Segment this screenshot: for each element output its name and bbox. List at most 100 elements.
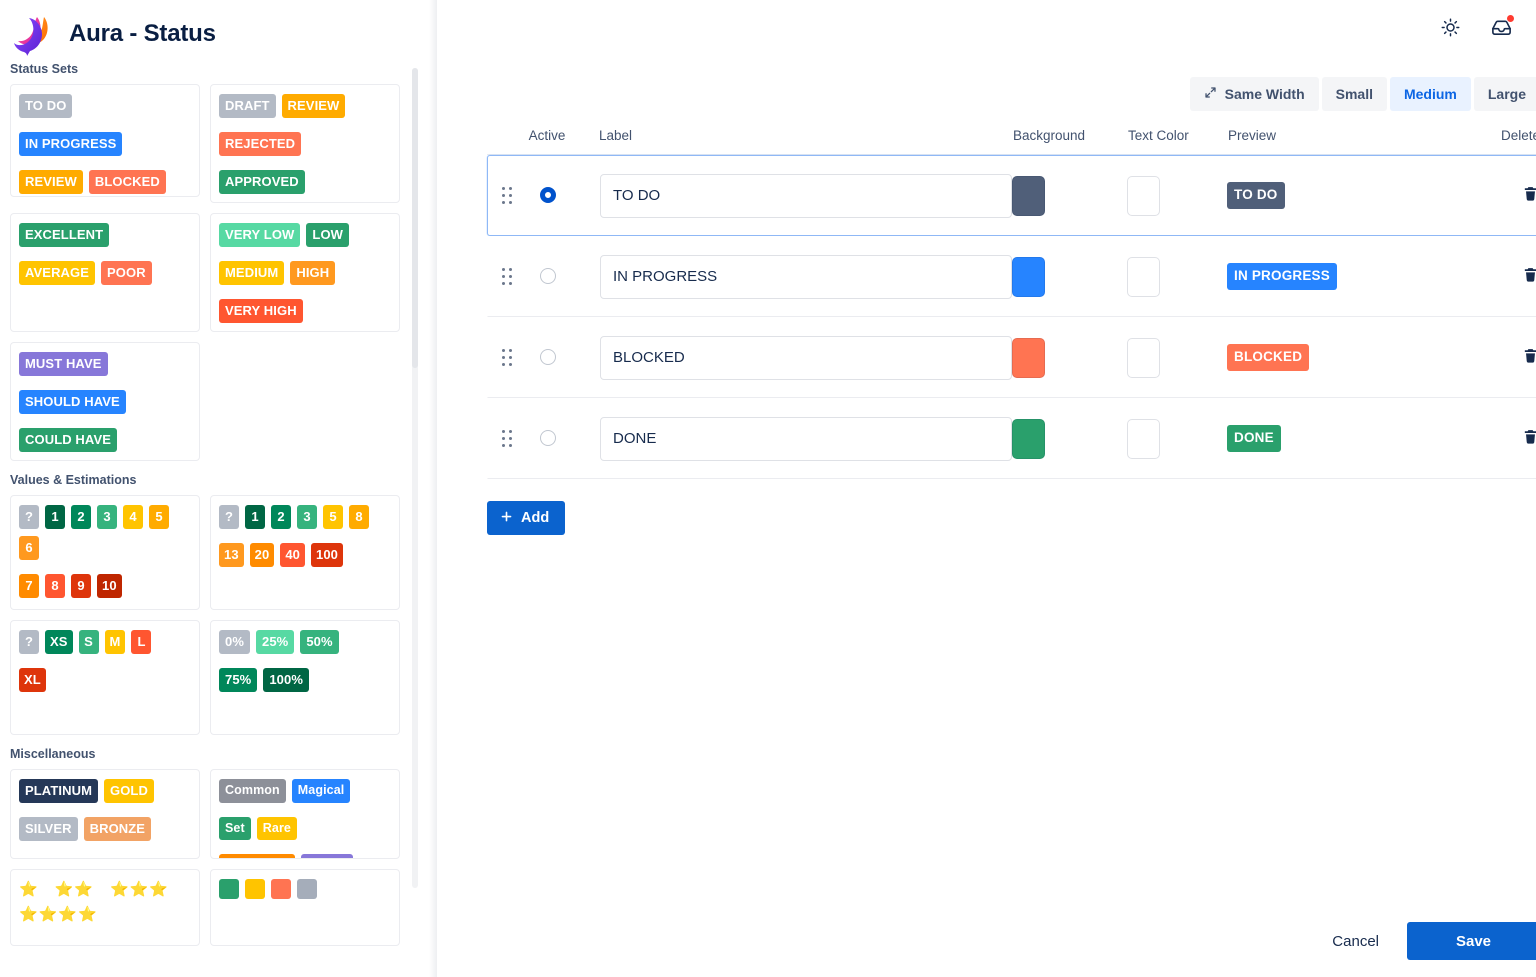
status-set-card[interactable]: PLATINUM GOLD SILVER BRONZE xyxy=(10,769,200,859)
trash-icon[interactable] xyxy=(1522,348,1536,368)
preview-cell: TO DO xyxy=(1227,182,1487,209)
active-radio[interactable] xyxy=(540,268,556,285)
label-input[interactable] xyxy=(600,173,1012,218)
status-tag: M xyxy=(104,630,126,654)
text-color-picker[interactable] xyxy=(1127,418,1160,459)
preview-cell: DONE xyxy=(1227,425,1487,452)
status-tag: 1 xyxy=(245,505,265,529)
table-header-row: Active Label Background Text Color Previ… xyxy=(487,128,1536,155)
status-set-card[interactable]: ⭐ ⭐⭐ ⭐⭐⭐ ⭐⭐⭐⭐ xyxy=(10,869,200,946)
status-tag: 0% xyxy=(219,630,250,654)
status-set-card[interactable]: CommonMagical SetRare Legendary Mythic xyxy=(210,769,400,859)
status-tag: Mythic xyxy=(301,854,354,858)
status-tag: MEDIUM xyxy=(219,261,285,285)
drag-handle-icon[interactable] xyxy=(502,267,516,286)
status-tag: 9 xyxy=(71,574,91,598)
status-set-card[interactable]: MUST HAVE SHOULD HAVE COULD HAVE xyxy=(10,342,200,461)
sidebar-group: Miscellaneous PLATINUM GOLD SILVER BRONZE Com… xyxy=(0,747,420,946)
same-width-button[interactable]: Same Width xyxy=(1189,77,1319,111)
status-set-card[interactable]: VERY LOW LOW MEDIUM HIGH VERY HIGH xyxy=(210,213,400,332)
drag-handle-icon[interactable] xyxy=(502,429,516,448)
size-option-small[interactable]: Small xyxy=(1321,77,1387,111)
status-tag: VERY LOW xyxy=(219,223,301,247)
cancel-button[interactable]: Cancel xyxy=(1318,923,1393,960)
active-radio[interactable] xyxy=(540,187,556,204)
status-set-card[interactable]: EXCELLENT AVERAGE POOR xyxy=(10,213,200,332)
sidebar-card-grid: TO DOIN PROGRESSREVIEWBLOCKEDDONEDRAFTRE… xyxy=(0,84,420,461)
status-set-card[interactable]: 0% 25% 50% 75% 100% xyxy=(210,620,400,735)
status-tag: 8 xyxy=(349,505,369,529)
text-color-picker[interactable] xyxy=(1127,337,1160,378)
status-tag: EXCELLENT xyxy=(19,223,110,247)
resize-arrows-icon xyxy=(1204,77,1217,111)
row-drag-cell xyxy=(488,348,518,367)
preview-cell: BLOCKED xyxy=(1227,344,1487,371)
status-set-card[interactable]: ? 1 2 3 4 5 6 7 8 9 10 xyxy=(10,495,200,610)
background-color-picker[interactable] xyxy=(1012,256,1045,297)
status-preview-tag: BLOCKED xyxy=(1227,344,1310,371)
size-option-large[interactable]: Large xyxy=(1473,77,1536,111)
trash-icon[interactable] xyxy=(1522,267,1536,287)
status-tag: 1 xyxy=(45,505,65,529)
trash-icon[interactable] xyxy=(1522,186,1536,206)
background-cell xyxy=(1012,418,1127,459)
status-preview-tag: TO DO xyxy=(1227,182,1285,209)
label-input[interactable] xyxy=(600,416,1012,461)
color-swatch xyxy=(297,879,317,899)
sidebar-scroll-area[interactable]: Status Sets TO DO IN PROGRESS REVIEW BLOCKED… xyxy=(0,62,420,977)
table-row[interactable]: DONE xyxy=(487,398,1536,479)
status-tag: 10 xyxy=(97,574,122,598)
label-input[interactable] xyxy=(600,335,1012,380)
size-option-medium[interactable]: Medium xyxy=(1389,77,1471,111)
status-tag: COULD HAVE xyxy=(19,428,117,452)
label-cell xyxy=(578,254,1012,299)
star-rating-preview: ⭐ ⭐⭐ ⭐⭐⭐ ⭐⭐⭐⭐ xyxy=(19,879,191,925)
notification-dot xyxy=(1507,14,1514,22)
table-row[interactable]: BLOCKED xyxy=(487,317,1536,398)
save-button[interactable]: Save xyxy=(1407,922,1536,960)
drag-handle-icon[interactable] xyxy=(502,186,516,205)
text-color-cell xyxy=(1127,175,1227,216)
star-icon-group: ⭐⭐⭐ xyxy=(110,881,170,898)
active-radio[interactable] xyxy=(540,349,556,366)
sidebar-scrollbar-thumb[interactable] xyxy=(412,68,418,368)
status-tag: LOW xyxy=(306,223,350,247)
sidebar-group-title: Status Sets xyxy=(10,62,79,76)
drag-handle-icon[interactable] xyxy=(502,348,516,367)
status-tag: XS xyxy=(45,630,73,654)
status-set-card[interactable]: DRAFT REVIEW REJECTED APPROVED xyxy=(210,84,400,203)
status-set-card[interactable] xyxy=(210,869,400,946)
delete-cell xyxy=(1487,347,1536,369)
sun-icon[interactable] xyxy=(1436,14,1464,42)
add-button[interactable]: Add xyxy=(487,501,566,535)
status-tag: BRONZE xyxy=(83,817,152,841)
background-color-picker[interactable] xyxy=(1012,418,1045,459)
background-color-picker[interactable] xyxy=(1012,337,1045,378)
status-set-card[interactable]: ? 1 2 3 5 8 13 20 40 100 xyxy=(210,495,400,610)
status-tag: 5 xyxy=(149,505,169,529)
text-color-cell xyxy=(1127,256,1227,297)
status-tag: 20 xyxy=(249,543,275,567)
text-color-cell xyxy=(1127,418,1227,459)
plus-icon xyxy=(500,510,513,527)
trash-icon[interactable] xyxy=(1522,429,1536,449)
text-color-picker[interactable] xyxy=(1127,256,1160,297)
table-row[interactable]: TO DO xyxy=(487,155,1536,236)
status-preview-tag: IN PROGRESS xyxy=(1227,263,1337,290)
status-tag: 7 xyxy=(19,574,39,598)
status-tag: 100% xyxy=(263,668,309,692)
active-radio[interactable] xyxy=(540,430,556,447)
background-color-picker[interactable] xyxy=(1012,175,1045,216)
table-row[interactable]: IN PROGRESS xyxy=(487,236,1536,317)
add-row-area: Add xyxy=(437,479,1536,535)
inbox-icon[interactable] xyxy=(1487,14,1515,42)
text-color-picker[interactable] xyxy=(1127,175,1160,216)
status-tag: ? xyxy=(219,505,239,529)
label-input[interactable] xyxy=(600,254,1012,299)
status-tag: Magical xyxy=(291,779,351,803)
status-set-card[interactable]: ? XS S M L XL xyxy=(10,620,200,735)
row-drag-cell xyxy=(488,267,518,286)
status-tag: 75% xyxy=(219,668,258,692)
table-body: TO DO IN PROGRESS BLOCKED DONE xyxy=(487,155,1536,479)
status-set-card[interactable]: TO DOIN PROGRESSREVIEWBLOCKEDDONE xyxy=(10,84,200,197)
